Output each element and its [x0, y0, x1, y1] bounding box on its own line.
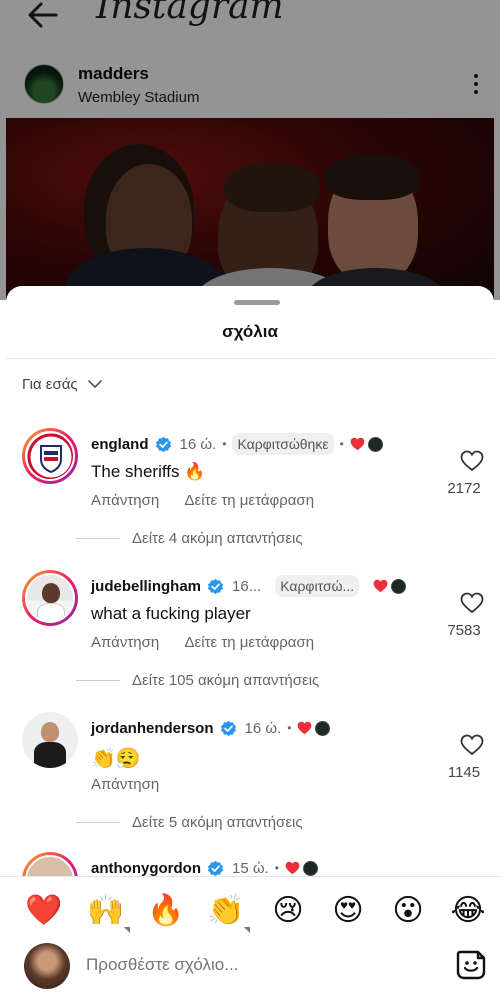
creator-liked-heart-icon — [373, 579, 388, 593]
comment-time: 16... — [232, 577, 262, 595]
comment-meta: jordanhenderson 16 ώ. • — [91, 716, 331, 740]
heart-icon[interactable] — [460, 592, 484, 614]
instagram-comments-screen: Instagram madders Wembley Stadium σχόλια… — [0, 0, 500, 1000]
pinned-badge: Καρφιτσώθηκε — [232, 433, 334, 455]
see-translation-button[interactable]: Δείτε τη μετάφραση — [185, 492, 315, 509]
see-translation-button[interactable]: Δείτε τη μετάφραση — [185, 634, 315, 651]
replies-line — [76, 680, 120, 681]
skin-tone-indicator — [124, 927, 130, 933]
comment-text: The sheriffs 🔥 — [91, 462, 206, 481]
view-replies-button[interactable]: Δείτε 105 ακόμη απαντήσεις — [76, 672, 319, 689]
replies-line — [76, 822, 120, 823]
heart-icon[interactable] — [460, 450, 484, 472]
replies-line — [76, 538, 120, 539]
avatar[interactable] — [22, 712, 78, 768]
creator-avatar — [315, 720, 331, 736]
comment-meta: judebellingham 16... Καρφιτσώ... — [91, 574, 407, 598]
comment-username[interactable]: anthonygordon — [91, 860, 201, 877]
like-count: 2172 — [447, 480, 481, 497]
verified-badge-icon — [155, 436, 171, 452]
creator-avatar — [367, 436, 383, 452]
comment-actions: Απάντηση Δείτε τη μετάφραση — [91, 634, 336, 651]
verified-badge-icon — [220, 720, 236, 736]
comment-input[interactable] — [86, 955, 426, 975]
comment-actions: Απάντηση — [91, 776, 181, 793]
comment-text: what a fucking player — [91, 604, 251, 623]
view-replies-button[interactable]: Δείτε 4 ακόμη απαντήσεις — [76, 530, 303, 547]
reply-button[interactable]: Απάντηση — [91, 776, 159, 793]
creator-liked-heart-icon — [350, 437, 365, 451]
emoji-heart-eyes-button[interactable]: 😍 — [328, 891, 368, 931]
like-count: 1145 — [447, 764, 481, 781]
comment-item: england 16 ώ. • Καρφιτσώθηκε • The sheri… — [6, 428, 494, 548]
emoji-raised-hands-button[interactable]: 🙌 — [86, 891, 130, 933]
emoji-laughing-button[interactable]: 😂 — [448, 891, 488, 931]
emoji-fire-button[interactable]: 🔥 — [146, 891, 186, 931]
comment-text: 👏😮‍💨 — [91, 748, 141, 770]
avatar[interactable] — [22, 570, 78, 626]
england-crest-icon — [27, 433, 73, 479]
comment-item: anthonygordon 15 ώ. • — [6, 852, 494, 908]
chevron-down-icon[interactable] — [88, 379, 102, 389]
view-replies-label[interactable]: Δείτε 5 ακόμη απαντήσεις — [132, 814, 303, 831]
comment-time: 15 ώ. — [231, 859, 269, 877]
sheet-grabber[interactable] — [234, 300, 280, 305]
sticker-icon[interactable] — [455, 949, 487, 981]
comment-username[interactable]: jordanhenderson — [91, 720, 214, 737]
comment-actions: Απάντηση Δείτε τη μετάφραση — [91, 492, 336, 509]
separator-dot: • — [339, 437, 344, 451]
reply-button[interactable]: Απάντηση — [91, 492, 159, 509]
comment-time: 16 ώ. — [244, 719, 282, 737]
emoji-raised-hands-glyph: 🙌 — [87, 894, 125, 927]
quick-emoji-bar: ❤️ 🙌 🔥 👏 😢 😍 😮 😂 — [0, 891, 500, 933]
creator-liked-heart-icon — [285, 861, 300, 875]
view-replies-label[interactable]: Δείτε 4 ακόμη απαντήσεις — [132, 530, 303, 547]
creator-liked-heart-icon — [298, 721, 312, 735]
avatar[interactable] — [22, 428, 78, 484]
like-count: 7583 — [447, 622, 481, 639]
divider — [6, 358, 494, 359]
emoji-heart-button[interactable]: ❤️ — [24, 891, 64, 931]
comment-meta: england 16 ώ. • Καρφιτσώθηκε • — [91, 432, 383, 456]
emoji-clap-button[interactable]: 👏 — [206, 891, 250, 933]
separator-dot: • — [287, 721, 292, 735]
verified-badge-icon — [207, 578, 224, 594]
emoji-crying-button[interactable]: 😢 — [268, 891, 308, 931]
comment-username[interactable]: england — [91, 436, 149, 453]
skin-tone-indicator — [244, 927, 250, 933]
view-replies-label[interactable]: Δείτε 105 ακόμη απαντήσεις — [132, 672, 319, 689]
comment-username[interactable]: judebellingham — [91, 578, 201, 595]
pinned-badge: Καρφιτσώ... — [275, 575, 360, 597]
reply-button[interactable]: Απάντηση — [91, 634, 159, 651]
comment-item: jordanhenderson 16 ώ. • 👏😮‍💨 Απάντηση 1 — [6, 712, 494, 832]
creator-avatar — [391, 578, 407, 594]
separator-dot: • — [274, 861, 279, 875]
emoji-surprised-button[interactable]: 😮 — [388, 891, 428, 931]
sheet-title: σχόλια — [222, 322, 278, 341]
my-avatar — [24, 943, 70, 989]
creator-avatar — [302, 860, 318, 876]
sort-filter-button[interactable]: Για εσάς — [22, 376, 78, 393]
heart-icon[interactable] — [460, 734, 484, 756]
comment-time: 16 ώ. — [179, 435, 217, 453]
comment-composer: ❤️ 🙌 🔥 👏 😢 😍 😮 😂 — [0, 876, 500, 1000]
verified-badge-icon — [207, 860, 224, 876]
backdrop-overlay[interactable] — [0, 0, 500, 300]
separator-dot: • — [222, 437, 227, 451]
view-replies-button[interactable]: Δείτε 5 ακόμη απαντήσεις — [76, 814, 303, 831]
emoji-clap-glyph: 👏 — [207, 894, 245, 927]
comment-item: judebellingham 16... Καρφιτσώ... what a … — [6, 570, 494, 690]
